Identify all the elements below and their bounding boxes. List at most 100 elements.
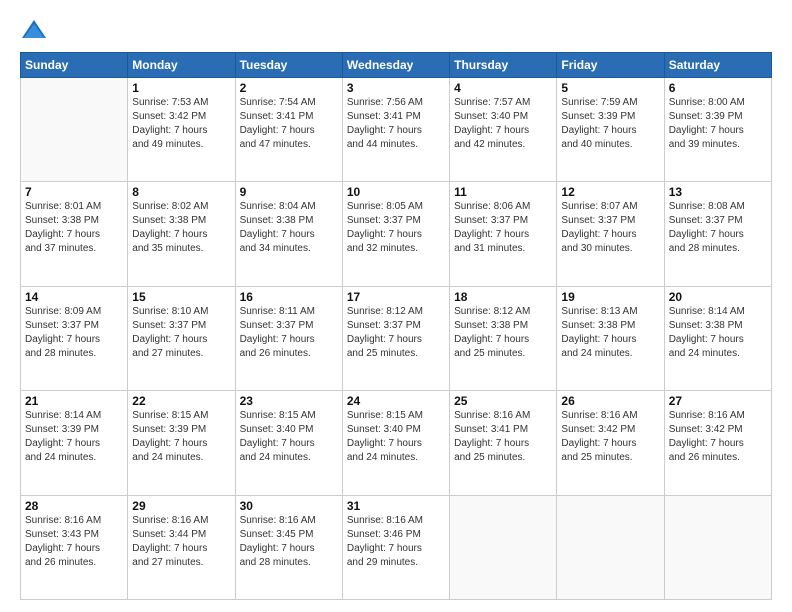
day-number: 19 xyxy=(561,290,659,304)
day-number: 31 xyxy=(347,499,445,513)
day-number: 23 xyxy=(240,394,338,408)
day-info: Sunrise: 8:16 AMSunset: 3:45 PMDaylight:… xyxy=(240,514,338,570)
calendar-week-4: 21Sunrise: 8:14 AMSunset: 3:39 PMDayligh… xyxy=(21,391,772,495)
calendar-cell: 14Sunrise: 8:09 AMSunset: 3:37 PMDayligh… xyxy=(21,286,128,390)
calendar-cell xyxy=(21,78,128,182)
calendar-cell: 27Sunrise: 8:16 AMSunset: 3:42 PMDayligh… xyxy=(664,391,771,495)
calendar-cell: 31Sunrise: 8:16 AMSunset: 3:46 PMDayligh… xyxy=(342,495,449,599)
day-info: Sunrise: 8:09 AMSunset: 3:37 PMDaylight:… xyxy=(25,305,123,361)
calendar-cell: 8Sunrise: 8:02 AMSunset: 3:38 PMDaylight… xyxy=(128,182,235,286)
day-info: Sunrise: 8:15 AMSunset: 3:39 PMDaylight:… xyxy=(132,409,230,465)
header xyxy=(20,16,772,44)
calendar-week-2: 7Sunrise: 8:01 AMSunset: 3:38 PMDaylight… xyxy=(21,182,772,286)
calendar-week-3: 14Sunrise: 8:09 AMSunset: 3:37 PMDayligh… xyxy=(21,286,772,390)
day-number: 12 xyxy=(561,185,659,199)
calendar-cell: 15Sunrise: 8:10 AMSunset: 3:37 PMDayligh… xyxy=(128,286,235,390)
calendar-cell: 26Sunrise: 8:16 AMSunset: 3:42 PMDayligh… xyxy=(557,391,664,495)
day-number: 4 xyxy=(454,81,552,95)
day-number: 21 xyxy=(25,394,123,408)
calendar-cell: 7Sunrise: 8:01 AMSunset: 3:38 PMDaylight… xyxy=(21,182,128,286)
day-info: Sunrise: 8:16 AMSunset: 3:44 PMDaylight:… xyxy=(132,514,230,570)
day-info: Sunrise: 7:59 AMSunset: 3:39 PMDaylight:… xyxy=(561,96,659,152)
day-number: 22 xyxy=(132,394,230,408)
calendar-cell xyxy=(450,495,557,599)
logo-icon xyxy=(20,16,48,44)
day-number: 9 xyxy=(240,185,338,199)
day-info: Sunrise: 8:10 AMSunset: 3:37 PMDaylight:… xyxy=(132,305,230,361)
day-number: 13 xyxy=(669,185,767,199)
calendar-cell xyxy=(557,495,664,599)
calendar-cell: 2Sunrise: 7:54 AMSunset: 3:41 PMDaylight… xyxy=(235,78,342,182)
day-info: Sunrise: 8:11 AMSunset: 3:37 PMDaylight:… xyxy=(240,305,338,361)
calendar-cell: 17Sunrise: 8:12 AMSunset: 3:37 PMDayligh… xyxy=(342,286,449,390)
day-info: Sunrise: 8:15 AMSunset: 3:40 PMDaylight:… xyxy=(347,409,445,465)
day-number: 7 xyxy=(25,185,123,199)
day-info: Sunrise: 8:16 AMSunset: 3:43 PMDaylight:… xyxy=(25,514,123,570)
day-info: Sunrise: 8:16 AMSunset: 3:46 PMDaylight:… xyxy=(347,514,445,570)
day-number: 14 xyxy=(25,290,123,304)
calendar-cell: 4Sunrise: 7:57 AMSunset: 3:40 PMDaylight… xyxy=(450,78,557,182)
day-info: Sunrise: 8:12 AMSunset: 3:37 PMDaylight:… xyxy=(347,305,445,361)
day-info: Sunrise: 8:12 AMSunset: 3:38 PMDaylight:… xyxy=(454,305,552,361)
calendar-cell: 9Sunrise: 8:04 AMSunset: 3:38 PMDaylight… xyxy=(235,182,342,286)
page: SundayMondayTuesdayWednesdayThursdayFrid… xyxy=(0,0,792,612)
day-number: 3 xyxy=(347,81,445,95)
calendar-cell: 21Sunrise: 8:14 AMSunset: 3:39 PMDayligh… xyxy=(21,391,128,495)
day-info: Sunrise: 8:16 AMSunset: 3:42 PMDaylight:… xyxy=(669,409,767,465)
calendar-cell: 6Sunrise: 8:00 AMSunset: 3:39 PMDaylight… xyxy=(664,78,771,182)
day-number: 6 xyxy=(669,81,767,95)
calendar-header-thursday: Thursday xyxy=(450,53,557,78)
calendar-cell: 10Sunrise: 8:05 AMSunset: 3:37 PMDayligh… xyxy=(342,182,449,286)
calendar-week-5: 28Sunrise: 8:16 AMSunset: 3:43 PMDayligh… xyxy=(21,495,772,599)
calendar-header-friday: Friday xyxy=(557,53,664,78)
day-number: 24 xyxy=(347,394,445,408)
day-info: Sunrise: 8:15 AMSunset: 3:40 PMDaylight:… xyxy=(240,409,338,465)
day-number: 29 xyxy=(132,499,230,513)
calendar-cell: 13Sunrise: 8:08 AMSunset: 3:37 PMDayligh… xyxy=(664,182,771,286)
day-number: 15 xyxy=(132,290,230,304)
calendar-cell: 22Sunrise: 8:15 AMSunset: 3:39 PMDayligh… xyxy=(128,391,235,495)
day-number: 1 xyxy=(132,81,230,95)
day-number: 30 xyxy=(240,499,338,513)
day-number: 18 xyxy=(454,290,552,304)
calendar-cell: 5Sunrise: 7:59 AMSunset: 3:39 PMDaylight… xyxy=(557,78,664,182)
day-info: Sunrise: 8:14 AMSunset: 3:38 PMDaylight:… xyxy=(669,305,767,361)
day-number: 28 xyxy=(25,499,123,513)
day-number: 26 xyxy=(561,394,659,408)
day-info: Sunrise: 8:16 AMSunset: 3:42 PMDaylight:… xyxy=(561,409,659,465)
day-info: Sunrise: 8:06 AMSunset: 3:37 PMDaylight:… xyxy=(454,200,552,256)
day-info: Sunrise: 8:00 AMSunset: 3:39 PMDaylight:… xyxy=(669,96,767,152)
calendar-header-row: SundayMondayTuesdayWednesdayThursdayFrid… xyxy=(21,53,772,78)
logo xyxy=(20,16,52,44)
calendar-cell: 28Sunrise: 8:16 AMSunset: 3:43 PMDayligh… xyxy=(21,495,128,599)
calendar-cell: 24Sunrise: 8:15 AMSunset: 3:40 PMDayligh… xyxy=(342,391,449,495)
day-info: Sunrise: 8:08 AMSunset: 3:37 PMDaylight:… xyxy=(669,200,767,256)
day-info: Sunrise: 8:16 AMSunset: 3:41 PMDaylight:… xyxy=(454,409,552,465)
calendar-cell: 25Sunrise: 8:16 AMSunset: 3:41 PMDayligh… xyxy=(450,391,557,495)
day-info: Sunrise: 7:53 AMSunset: 3:42 PMDaylight:… xyxy=(132,96,230,152)
day-info: Sunrise: 8:14 AMSunset: 3:39 PMDaylight:… xyxy=(25,409,123,465)
calendar-cell: 11Sunrise: 8:06 AMSunset: 3:37 PMDayligh… xyxy=(450,182,557,286)
calendar-cell xyxy=(664,495,771,599)
calendar-header-monday: Monday xyxy=(128,53,235,78)
day-info: Sunrise: 8:02 AMSunset: 3:38 PMDaylight:… xyxy=(132,200,230,256)
calendar-body: 1Sunrise: 7:53 AMSunset: 3:42 PMDaylight… xyxy=(21,78,772,600)
day-number: 2 xyxy=(240,81,338,95)
day-number: 25 xyxy=(454,394,552,408)
calendar-cell: 12Sunrise: 8:07 AMSunset: 3:37 PMDayligh… xyxy=(557,182,664,286)
day-number: 8 xyxy=(132,185,230,199)
day-number: 17 xyxy=(347,290,445,304)
day-number: 16 xyxy=(240,290,338,304)
calendar-header-wednesday: Wednesday xyxy=(342,53,449,78)
day-info: Sunrise: 8:04 AMSunset: 3:38 PMDaylight:… xyxy=(240,200,338,256)
calendar-header-sunday: Sunday xyxy=(21,53,128,78)
day-info: Sunrise: 8:07 AMSunset: 3:37 PMDaylight:… xyxy=(561,200,659,256)
day-info: Sunrise: 7:57 AMSunset: 3:40 PMDaylight:… xyxy=(454,96,552,152)
day-info: Sunrise: 8:13 AMSunset: 3:38 PMDaylight:… xyxy=(561,305,659,361)
day-number: 20 xyxy=(669,290,767,304)
day-number: 11 xyxy=(454,185,552,199)
calendar-cell: 18Sunrise: 8:12 AMSunset: 3:38 PMDayligh… xyxy=(450,286,557,390)
calendar-cell: 19Sunrise: 8:13 AMSunset: 3:38 PMDayligh… xyxy=(557,286,664,390)
calendar-cell: 16Sunrise: 8:11 AMSunset: 3:37 PMDayligh… xyxy=(235,286,342,390)
calendar-cell: 30Sunrise: 8:16 AMSunset: 3:45 PMDayligh… xyxy=(235,495,342,599)
